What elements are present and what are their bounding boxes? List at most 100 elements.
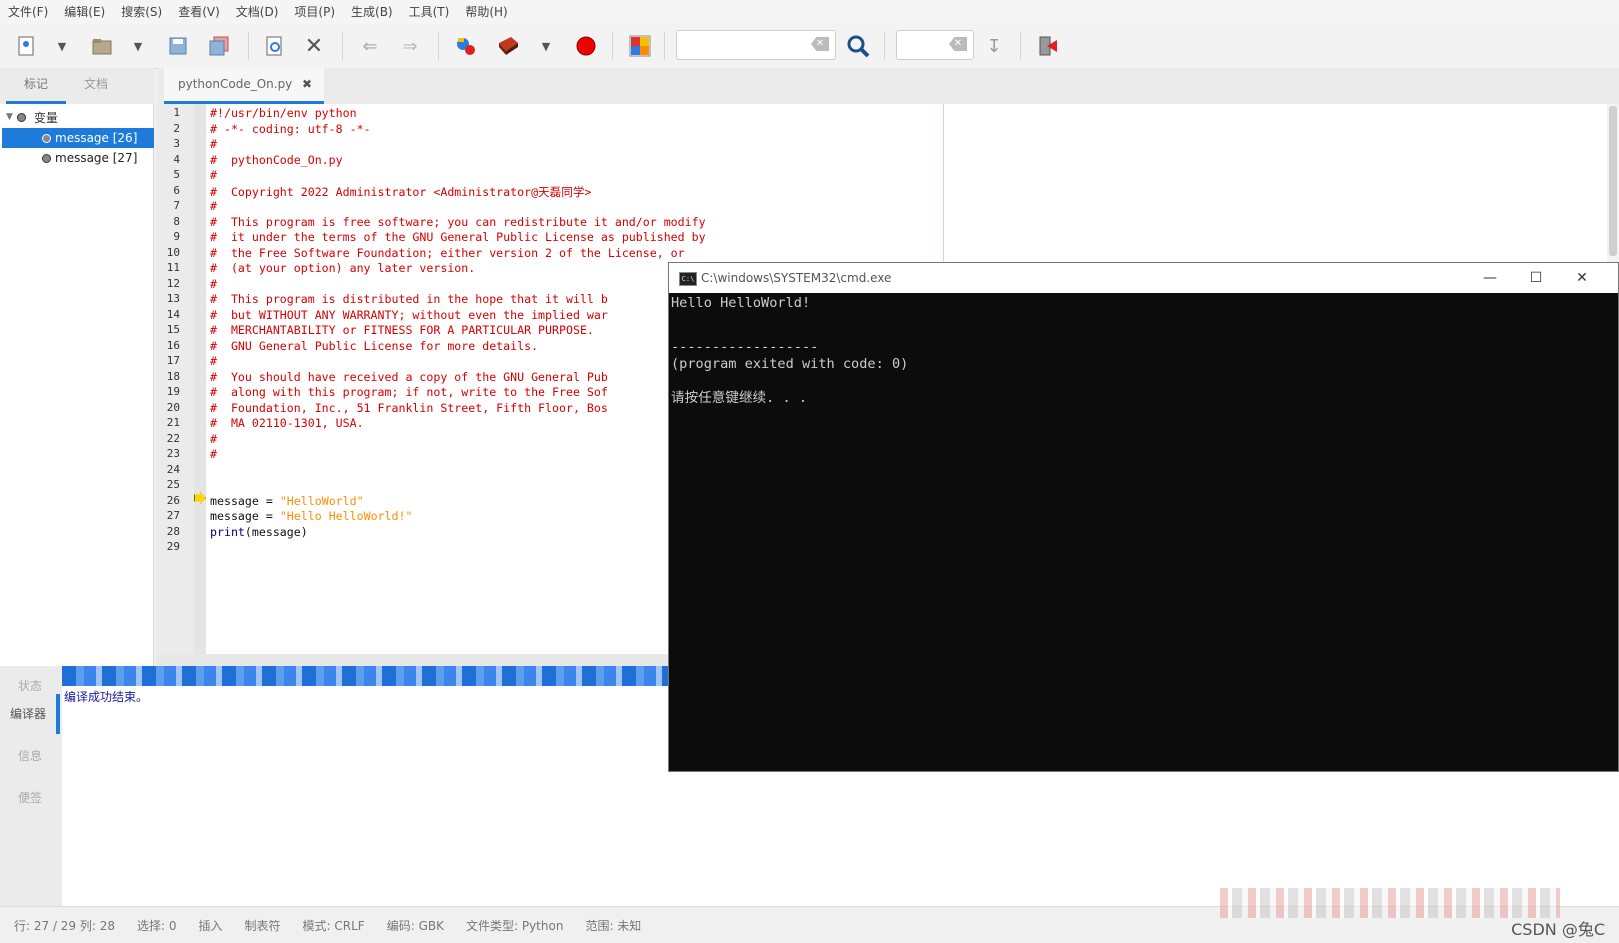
new-file-dropdown-chevron-down-icon[interactable]: ▼ bbox=[48, 32, 76, 60]
toolbar-separator bbox=[342, 32, 343, 60]
back-icon[interactable]: ⇐ bbox=[356, 32, 384, 60]
tab-compiler[interactable]: 编译器 bbox=[0, 694, 60, 734]
code-line-comment: # but WITHOUT ANY WARRANTY; without even… bbox=[210, 307, 608, 322]
color-picker-icon[interactable] bbox=[626, 32, 654, 60]
status-scope: 范围: 未知 bbox=[585, 918, 642, 933]
operator: = bbox=[258, 509, 280, 523]
stop-icon[interactable] bbox=[572, 32, 600, 60]
symbol-group-variables[interactable]: ▼ 变量 bbox=[6, 108, 58, 126]
cmd-window[interactable]: C:\ C:\windows\SYSTEM32\cmd.exe — ☐ ✕ He… bbox=[668, 262, 1619, 772]
code-line-comment: # bbox=[210, 354, 217, 368]
console-line: Hello HelloWorld! bbox=[671, 295, 811, 311]
close-tab-icon[interactable]: ✖ bbox=[302, 68, 312, 100]
menu-tools[interactable]: 工具(T) bbox=[401, 0, 458, 24]
line-number: 6 bbox=[173, 183, 180, 197]
reload-icon[interactable] bbox=[260, 32, 288, 60]
search-input[interactable]: ✕ bbox=[676, 30, 836, 60]
message-tabs: 状态 编译器 信息 便签 bbox=[0, 666, 62, 906]
tab-file[interactable]: pythonCode_On.py ✖ bbox=[164, 68, 324, 104]
save-all-icon[interactable] bbox=[205, 32, 233, 60]
open-folder-icon[interactable] bbox=[88, 32, 116, 60]
status-selection: 选择: 0 bbox=[137, 918, 177, 933]
code-line-comment: # bbox=[210, 447, 217, 461]
code-line-comment: # This program is distributed in the hop… bbox=[210, 292, 608, 306]
menu-build[interactable]: 生成(B) bbox=[343, 0, 401, 24]
status-filetype: 文件类型: Python bbox=[465, 918, 564, 933]
menu-search[interactable]: 搜索(S) bbox=[113, 0, 170, 24]
identifier: message bbox=[210, 493, 259, 508]
exit-icon[interactable] bbox=[1034, 32, 1062, 60]
toolbar: ▼ ▼ ✕ ⇐ ⇒ ▼ ✕ ✕ ↧ bbox=[0, 24, 1619, 69]
menu-help[interactable]: 帮助(H) bbox=[457, 0, 515, 24]
clear-search-icon[interactable]: ✕ bbox=[811, 37, 829, 51]
menu-file[interactable]: 文件(F) bbox=[0, 0, 56, 24]
tab-scribble[interactable]: 便签 bbox=[0, 778, 60, 818]
minimize-icon[interactable]: — bbox=[1467, 263, 1513, 293]
status-position: 行: 27 / 29 列: 28 bbox=[14, 918, 116, 933]
code-line-comment: # This program is free software; you can… bbox=[210, 214, 706, 229]
symbol-item[interactable]: message [26] bbox=[2, 128, 154, 148]
identifier: message bbox=[210, 509, 259, 523]
close-window-icon[interactable]: ✕ bbox=[1559, 263, 1605, 293]
maximize-icon[interactable]: ☐ bbox=[1513, 263, 1559, 293]
forward-icon[interactable]: ⇒ bbox=[396, 32, 424, 60]
line-number: 11 bbox=[166, 261, 180, 274]
line-number: 22 bbox=[166, 431, 180, 445]
code-line-assignment: message = "Hello HelloWorld!" bbox=[210, 509, 412, 523]
goto-line-input[interactable]: ✕ bbox=[896, 30, 974, 60]
code-line-assignment: message = "HelloWorld" bbox=[210, 494, 364, 508]
menu-edit[interactable]: 编辑(E) bbox=[56, 0, 113, 24]
code-line-call: print(message) bbox=[210, 525, 308, 539]
search-icon[interactable] bbox=[844, 32, 872, 60]
variable-icon bbox=[42, 154, 51, 163]
line-number: 2 bbox=[173, 121, 180, 135]
tab-messages[interactable]: 信息 bbox=[0, 736, 60, 776]
line-number: 3 bbox=[173, 137, 180, 150]
cmd-console[interactable]: Hello HelloWorld! ------------------ (pr… bbox=[669, 293, 1618, 771]
code-line-comment: # MERCHANTABILITY or FITNESS FOR A PARTI… bbox=[210, 323, 594, 337]
code-line-comment: # bbox=[210, 199, 217, 213]
toolbar-separator bbox=[612, 32, 613, 60]
tab-documents[interactable]: 文档 bbox=[66, 68, 126, 104]
menu-document[interactable]: 文档(D) bbox=[228, 0, 287, 24]
build-icon[interactable] bbox=[494, 32, 522, 60]
clear-goto-icon[interactable]: ✕ bbox=[949, 37, 967, 51]
console-line: 请按任意键继续. . . bbox=[671, 390, 808, 406]
horizontal-scrollbar[interactable] bbox=[156, 654, 668, 666]
close-file-icon[interactable]: ✕ bbox=[300, 32, 328, 60]
line-number: 8 bbox=[173, 214, 180, 228]
build-dropdown-chevron-down-icon[interactable]: ▼ bbox=[532, 32, 560, 60]
code-line-comment: # Copyright 2022 Administrator <Administ… bbox=[210, 184, 592, 199]
toolbar-separator bbox=[248, 32, 249, 60]
open-dropdown-chevron-down-icon[interactable]: ▼ bbox=[124, 32, 152, 60]
code-line-comment: # MA 02110-1301, USA. bbox=[210, 416, 364, 430]
expand-triangle-icon[interactable]: ▼ bbox=[6, 112, 13, 122]
line-number: 13 bbox=[166, 292, 180, 305]
sidebar-tabs: 标记 文档 bbox=[0, 68, 154, 104]
compile-icon[interactable] bbox=[452, 32, 480, 60]
code-line-comment: # bbox=[210, 431, 217, 446]
marker-margin[interactable] bbox=[194, 104, 206, 654]
code-line-comment: # You should have received a copy of the… bbox=[210, 369, 608, 384]
console-line: (program exited with code: 0) bbox=[671, 356, 909, 372]
line-number: 19 bbox=[166, 385, 180, 398]
new-file-icon[interactable] bbox=[12, 32, 40, 60]
status-indent: 制表符 bbox=[244, 918, 281, 933]
line-number-gutter: 1 2 3 4 5 6 7 8 9 10 11 12 13 14 15 16 17 18 19 20 21 22 23 24 2… bbox=[156, 104, 194, 654]
toolbar-separator bbox=[1020, 32, 1021, 60]
cmd-title-bar[interactable]: C:\ C:\windows\SYSTEM32\cmd.exe — ☐ ✕ bbox=[669, 263, 1618, 293]
scrollbar-thumb[interactable] bbox=[1609, 106, 1617, 256]
menu-project[interactable]: 项目(P) bbox=[286, 0, 343, 24]
string-literal: "HelloWorld" bbox=[279, 493, 364, 508]
symbol-item[interactable]: message [27] bbox=[2, 148, 154, 168]
menu-view[interactable]: 查看(V) bbox=[170, 0, 228, 24]
line-number: 9 bbox=[173, 230, 180, 243]
code-line-comment: # GNU General Public License for more de… bbox=[210, 338, 539, 353]
jump-line-icon[interactable]: ↧ bbox=[980, 32, 1008, 60]
save-icon[interactable] bbox=[164, 32, 192, 60]
code-line-comment: # it under the terms of the GNU General … bbox=[210, 230, 706, 244]
symbol-item-label: message [27] bbox=[55, 151, 138, 165]
cmd-app-icon: C:\ bbox=[679, 272, 697, 286]
tab-symbols[interactable]: 标记 bbox=[6, 68, 66, 104]
code-line-comment: #!/usr/bin/env python bbox=[210, 106, 357, 120]
